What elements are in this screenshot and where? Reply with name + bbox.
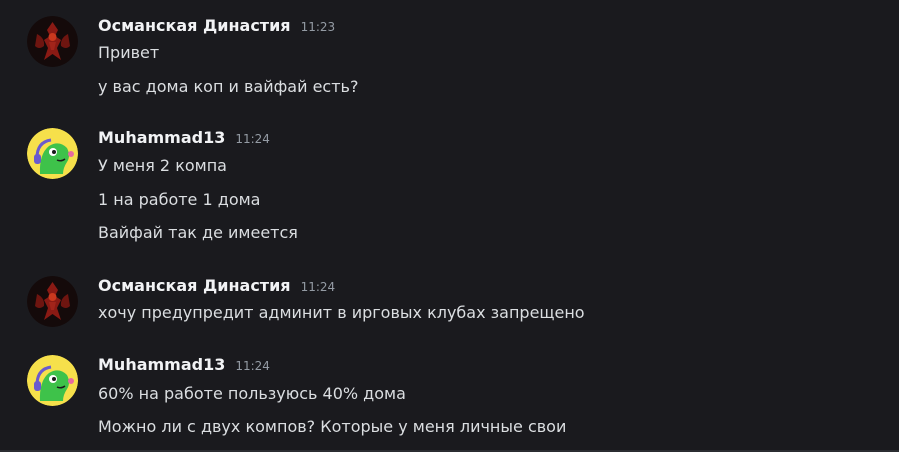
avatar[interactable] xyxy=(27,128,78,179)
green-cartoon-headset-icon xyxy=(27,355,78,406)
timestamp: 11:23 xyxy=(300,20,336,34)
timestamp: 11:24 xyxy=(235,132,270,146)
username[interactable]: Muhammad13 xyxy=(98,355,225,374)
timestamp: 11:24 xyxy=(300,280,336,294)
dark-red-emblem-icon xyxy=(27,16,78,67)
avatar[interactable] xyxy=(27,276,78,327)
message-header: Muhammad13 11:24 xyxy=(98,355,270,377)
message-text: Привет xyxy=(98,43,160,62)
chat-message-list: Османская Династия 11:23 Привет у вас до… xyxy=(0,0,899,452)
message-text: Можно ли с двух компов? Которые у меня л… xyxy=(98,417,567,436)
dark-red-emblem-icon xyxy=(27,276,78,327)
green-cartoon-headset-icon xyxy=(27,128,78,179)
message-header: Muhammad13 11:24 xyxy=(98,128,270,150)
message-text: У меня 2 компа xyxy=(98,156,227,175)
message-header: Османская Династия 11:24 xyxy=(98,276,335,298)
message-text: 1 на работе 1 дома xyxy=(98,190,261,209)
avatar[interactable] xyxy=(27,16,78,67)
username[interactable]: Османская Династия xyxy=(98,16,291,35)
username[interactable]: Османская Династия xyxy=(98,276,291,295)
message-header: Османская Династия 11:23 xyxy=(98,16,335,38)
message-text: 60% на работе пользуюсь 40% дома xyxy=(98,384,406,403)
message-text: хочу предупредит админит в ирговых клуба… xyxy=(98,303,585,322)
avatar[interactable] xyxy=(27,355,78,406)
message-text: Вайфай так де имеется xyxy=(98,223,298,242)
timestamp: 11:24 xyxy=(235,359,270,373)
username[interactable]: Muhammad13 xyxy=(98,128,225,147)
message-text: у вас дома коп и вайфай есть? xyxy=(98,77,359,96)
